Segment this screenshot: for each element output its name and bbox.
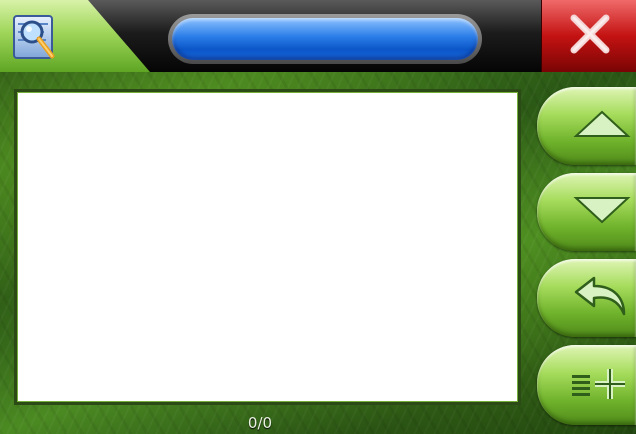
scroll-down-button[interactable] (537, 173, 636, 251)
window-title (172, 18, 478, 60)
list-plus-icon (540, 365, 634, 405)
top-bar (0, 0, 636, 72)
close-x-icon (568, 12, 612, 60)
back-button[interactable] (537, 259, 636, 337)
triangle-down-icon (543, 195, 631, 229)
add-to-list-button[interactable] (537, 345, 636, 425)
results-list[interactable] (14, 89, 521, 405)
close-button[interactable] (541, 0, 636, 72)
app-tab (0, 0, 150, 72)
magnifier-map-icon (8, 10, 62, 64)
title-bar (168, 14, 482, 64)
page-counter: 0/0 (247, 414, 273, 432)
scroll-up-button[interactable] (537, 87, 636, 165)
back-arrow-icon (542, 274, 632, 322)
triangle-up-icon (543, 109, 631, 143)
